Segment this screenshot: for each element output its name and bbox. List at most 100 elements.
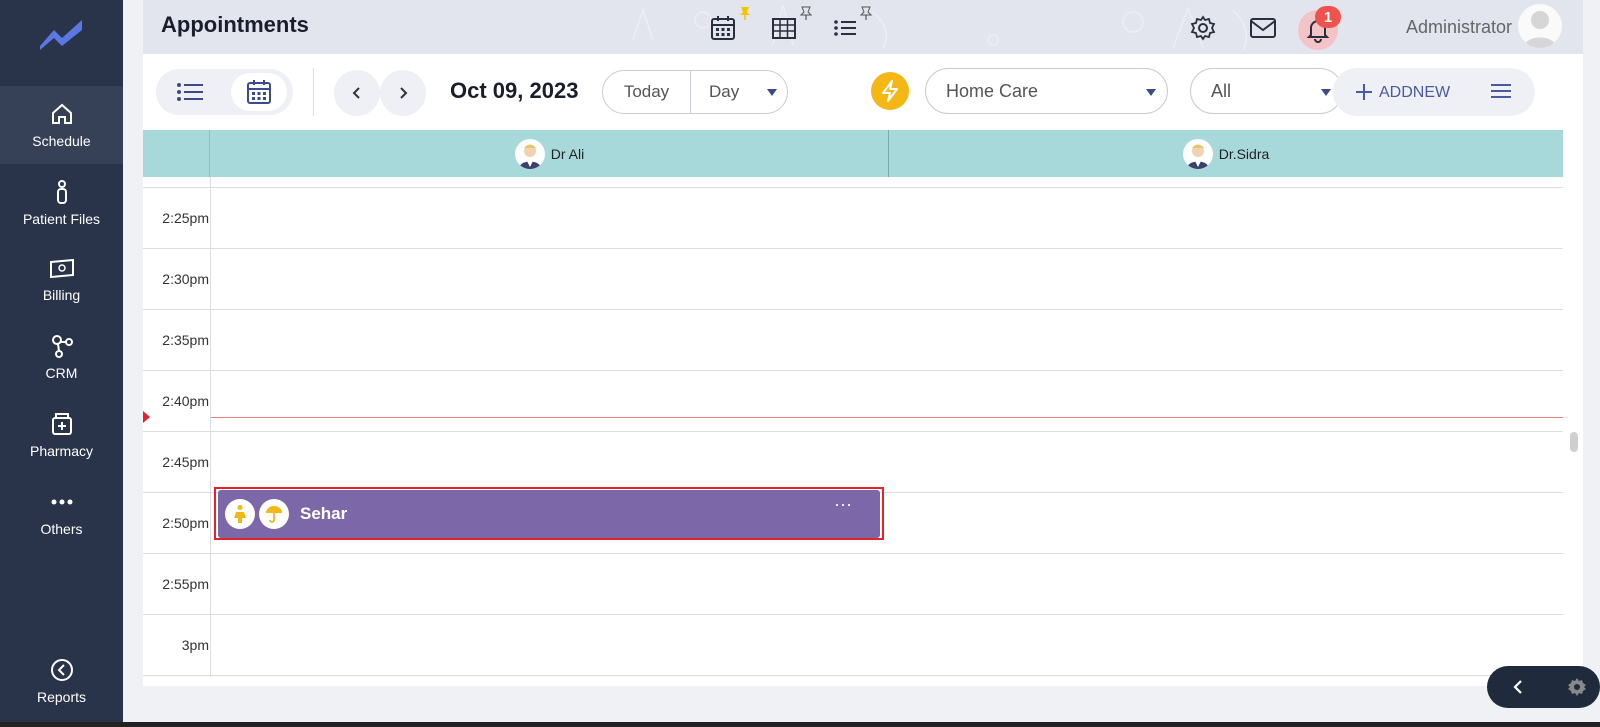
person-icon	[56, 180, 67, 204]
sidebar-item-patient-files[interactable]: Patient Files	[0, 164, 123, 242]
time-label: 2:55pm	[162, 576, 209, 592]
settings-gear-icon[interactable]	[1189, 14, 1217, 42]
time-slot-row[interactable]: 2:55pm	[143, 554, 1563, 615]
calendar-icon	[247, 80, 271, 104]
sidebar: Schedule Patient Files Billing CRM Pharm…	[0, 0, 123, 727]
list-icon	[177, 83, 203, 101]
today-button[interactable]: Today	[603, 71, 691, 113]
list-view-icon[interactable]	[831, 14, 859, 42]
filter-select-value: All	[1211, 80, 1232, 101]
time-gutter-header	[143, 130, 210, 177]
prev-day-button[interactable]	[334, 70, 380, 116]
plus-icon	[1356, 84, 1372, 100]
chevron-right-icon	[400, 87, 408, 99]
window-bottom-edge	[0, 722, 1600, 727]
pin-icon[interactable]	[860, 6, 872, 20]
sidebar-item-label: CRM	[45, 365, 78, 381]
settings-gear-icon[interactable]	[1567, 677, 1587, 697]
next-day-button[interactable]	[380, 70, 426, 116]
toolbar-divider	[313, 68, 314, 116]
caret-down-icon	[1321, 89, 1331, 96]
cash-icon	[49, 258, 74, 279]
time-slot-row[interactable]: 3pm	[143, 615, 1563, 676]
resource-header: Dr Ali Dr.Sidra	[143, 130, 1563, 177]
mail-icon[interactable]	[1249, 14, 1277, 42]
time-slot-row[interactable]	[143, 177, 1563, 188]
hamburger-menu-icon[interactable]	[1491, 83, 1511, 99]
toolbar: Oct 09, 2023 Today Day Home Care All ADD…	[143, 54, 1583, 130]
list-mode-button[interactable]	[162, 73, 218, 111]
doctor-avatar	[1182, 138, 1213, 169]
umbrella-insurance-icon	[259, 499, 289, 529]
time-label: 2:35pm	[162, 332, 209, 348]
date-mode-control: Today Day	[602, 70, 788, 114]
appointment-patient-name: Sehar	[300, 504, 348, 523]
scrollbar-thumb[interactable]	[1570, 432, 1578, 452]
sidebar-item-reports[interactable]: Reports	[0, 642, 123, 720]
crm-network-icon	[51, 335, 73, 358]
time-slot-row[interactable]: 2:40pm	[143, 371, 1563, 432]
appointment-card[interactable]: Sehar ···	[218, 490, 880, 538]
dots-icon	[51, 499, 72, 505]
time-label: 2:45pm	[162, 454, 209, 470]
sidebar-item-crm[interactable]: CRM	[0, 318, 123, 396]
pin-icon[interactable]	[800, 6, 812, 20]
calendar-mode-button[interactable]	[231, 73, 287, 111]
party-decoration-icon	[632, 4, 1248, 51]
sidebar-item-label: Pharmacy	[29, 443, 94, 459]
time-label: 3pm	[181, 637, 209, 653]
sidebar-item-label: Reports	[36, 689, 87, 705]
current-time-marker	[143, 411, 150, 423]
time-slot-row[interactable]: 2:25pm	[143, 188, 1563, 249]
view-select-value: Day	[709, 82, 740, 101]
sidebar-item-label: Schedule	[32, 133, 91, 149]
sidebar-item-pharmacy[interactable]: Pharmacy	[0, 396, 123, 474]
doctor-avatar	[514, 138, 545, 169]
chevron-left-icon[interactable]	[1511, 679, 1525, 695]
medicine-icon	[51, 413, 72, 435]
add-new-button[interactable]: ADDNEW	[1333, 68, 1535, 116]
sidebar-item-others[interactable]: Others	[0, 474, 123, 552]
caret-down-icon	[1146, 89, 1156, 96]
time-slot-row[interactable]: 2:35pm	[143, 310, 1563, 371]
home-icon	[51, 103, 72, 124]
department-select[interactable]: Home Care	[925, 68, 1168, 114]
time-slot-row[interactable]: 2:30pm	[143, 249, 1563, 310]
time-label: 2:40pm	[162, 393, 209, 409]
lightning-icon	[882, 80, 898, 102]
user-avatar[interactable]	[1518, 4, 1562, 48]
app-logo-icon[interactable]	[36, 16, 86, 52]
sidebar-item-label: Patient Files	[22, 211, 101, 227]
patient-female-icon	[225, 499, 255, 529]
resource-column-dr-sidra[interactable]: Dr.Sidra	[889, 130, 1563, 177]
page-title: Appointments	[161, 12, 309, 37]
time-slot-row[interactable]: 2:45pm	[143, 432, 1563, 493]
time-label: 2:30pm	[162, 271, 209, 287]
reports-icon	[50, 659, 73, 681]
appointment-more-button[interactable]: ···	[828, 494, 858, 514]
top-header: Appointments 1 Administrator	[143, 0, 1583, 54]
user-name[interactable]: Administrator	[1406, 17, 1512, 38]
resource-column-dr-ali[interactable]: Dr Ali	[211, 130, 888, 177]
department-select-value: Home Care	[946, 80, 1039, 101]
add-new-label: ADDNEW	[1379, 84, 1451, 101]
sidebar-item-schedule[interactable]: Schedule	[0, 86, 123, 164]
table-view-icon[interactable]	[770, 14, 798, 42]
resource-name: Dr.Sidra	[1218, 145, 1270, 162]
resource-name: Dr Ali	[550, 145, 585, 162]
doctor-avatar-icon	[518, 144, 541, 169]
pin-active-icon[interactable]	[739, 6, 751, 20]
time-gutter-line	[210, 177, 211, 677]
calendar-scrollbar[interactable]	[1568, 130, 1580, 686]
quick-action-button[interactable]	[871, 72, 909, 110]
calendar-view-icon[interactable]	[709, 14, 737, 42]
time-grid[interactable]: 2:25pm 2:30pm 2:35pm 2:40pm 2:45pm 2:50p…	[143, 177, 1563, 677]
filter-select[interactable]: All	[1190, 68, 1343, 114]
caret-down-icon	[767, 89, 777, 96]
view-select[interactable]: Day	[691, 71, 787, 113]
current-time-line	[211, 417, 1563, 418]
user-silhouette-icon	[1524, 11, 1556, 48]
sidebar-item-label: Billing	[42, 287, 81, 303]
current-date[interactable]: Oct 09, 2023	[450, 78, 578, 104]
sidebar-item-billing[interactable]: Billing	[0, 240, 123, 318]
